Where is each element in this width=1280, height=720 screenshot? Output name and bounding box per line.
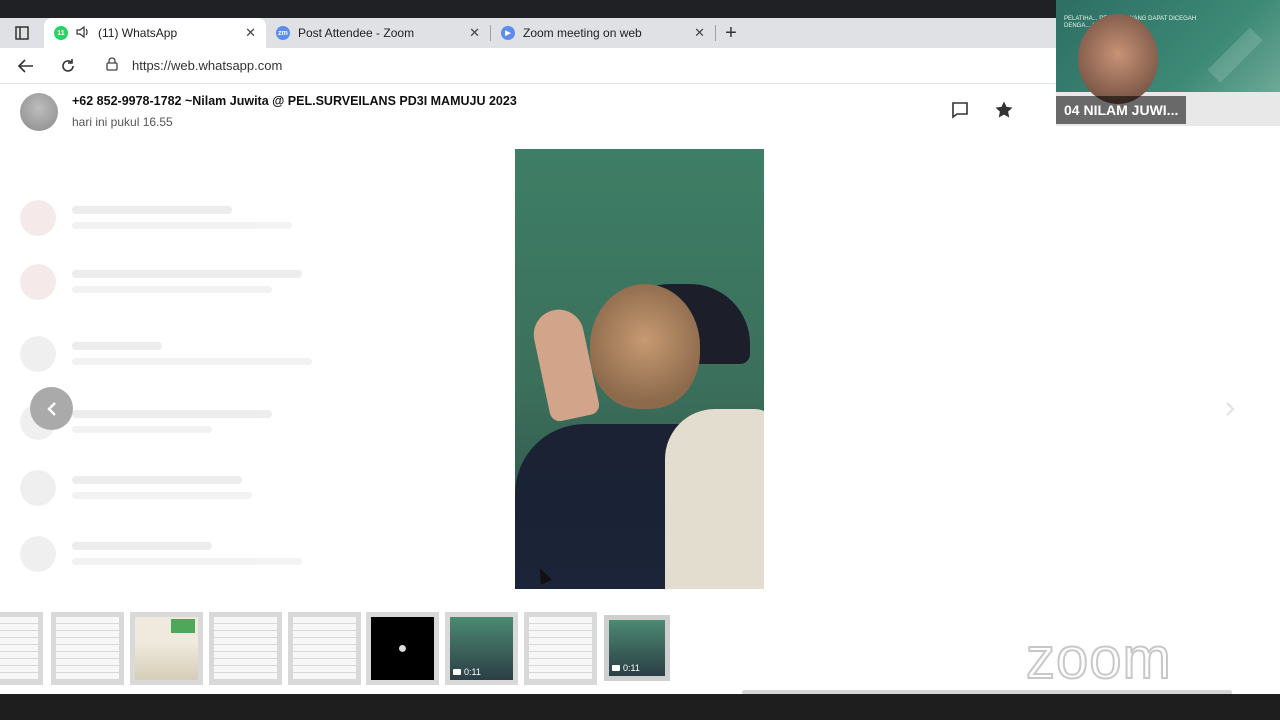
sender-name: +62 852-9978-1782 ~Nilam Juwita @ PEL.SU… bbox=[72, 94, 517, 108]
chevron-left-icon bbox=[46, 401, 56, 416]
participant-name-label: 04 NILAM JUWI... bbox=[1056, 96, 1187, 124]
video-duration-badge: 0:11 bbox=[453, 667, 481, 677]
zoom-favicon-icon: zm bbox=[276, 26, 290, 40]
avatar[interactable] bbox=[20, 93, 58, 131]
reply-message-icon[interactable] bbox=[950, 100, 970, 125]
thumbnail-5[interactable] bbox=[288, 612, 361, 685]
thumbnail-2[interactable] bbox=[51, 612, 124, 685]
chevron-right-icon bbox=[1225, 401, 1234, 416]
star-message-icon[interactable] bbox=[994, 100, 1014, 125]
tab-label: Zoom meeting on web bbox=[523, 26, 642, 40]
person-icon: ● bbox=[397, 639, 408, 657]
video-duration: 0:11 bbox=[623, 663, 640, 673]
next-media-button[interactable] bbox=[1208, 387, 1251, 430]
zoom-logo-watermark: zoom bbox=[1025, 625, 1172, 692]
tab-label: (11) WhatsApp bbox=[98, 26, 178, 40]
whatsapp-media-viewer: +62 852-9978-1782 ~Nilam Juwita @ PEL.SU… bbox=[0, 84, 1280, 694]
video-content-monkey bbox=[590, 284, 700, 409]
close-tab-icon[interactable]: ✕ bbox=[469, 25, 480, 41]
address-bar[interactable]: https://web.whatsapp.com bbox=[98, 52, 1018, 79]
video-camera-icon bbox=[453, 669, 461, 675]
video-camera-icon bbox=[612, 665, 620, 671]
new-tab-button[interactable]: + bbox=[716, 18, 746, 48]
tab-actions-button[interactable] bbox=[0, 18, 44, 48]
video-duration: 0:11 bbox=[464, 667, 481, 677]
message-timestamp: hari ini pukul 16.55 bbox=[72, 115, 173, 129]
zoom-video-favicon-icon: ▶ bbox=[501, 26, 515, 40]
thumbnail-3[interactable] bbox=[130, 612, 203, 685]
back-arrow-icon bbox=[18, 58, 33, 73]
reload-button[interactable] bbox=[50, 48, 86, 84]
url-text: https://web.whatsapp.com bbox=[132, 58, 283, 73]
video-content-hand bbox=[529, 305, 601, 423]
close-tab-icon[interactable]: ✕ bbox=[245, 25, 256, 41]
tab-whatsapp[interactable]: 11 (11) WhatsApp ✕ bbox=[44, 18, 266, 48]
tab-actions-icon bbox=[15, 26, 29, 40]
whatsapp-favicon-icon: 11 bbox=[54, 26, 68, 40]
video-duration-badge: 0:11 bbox=[612, 663, 640, 673]
thumbnail-9-video-selected[interactable]: 0:11 bbox=[604, 615, 670, 681]
thumbnail-7-video[interactable]: 0:11 bbox=[445, 612, 518, 685]
lock-icon bbox=[106, 57, 118, 74]
thumbnail-4[interactable] bbox=[209, 612, 282, 685]
video-content-sleeve bbox=[665, 409, 764, 589]
tab-label: Post Attendee - Zoom bbox=[298, 26, 415, 40]
thumbnail-8[interactable] bbox=[524, 612, 597, 685]
pip-participant-face bbox=[1078, 14, 1158, 104]
tab-post-attendee-zoom[interactable]: zm Post Attendee - Zoom ✕ bbox=[266, 18, 490, 48]
previous-media-button[interactable] bbox=[30, 387, 73, 430]
close-tab-icon[interactable]: ✕ bbox=[694, 25, 705, 41]
thumbnail-1[interactable] bbox=[0, 612, 43, 685]
thumbnail-6[interactable]: ● bbox=[366, 612, 439, 685]
window-bottom-strip bbox=[0, 694, 1280, 720]
reload-icon bbox=[62, 58, 74, 72]
video-frame[interactable] bbox=[515, 149, 764, 589]
header-actions bbox=[950, 100, 1014, 125]
back-button[interactable] bbox=[8, 48, 44, 84]
zoom-participant-video[interactable]: PELATIHA... PENYAKIT YANG DAPAT DICEGAH … bbox=[1056, 0, 1280, 126]
blurred-chat-list bbox=[0, 140, 460, 620]
speaker-icon bbox=[76, 25, 90, 41]
tab-zoom-meeting-on-web[interactable]: ▶ Zoom meeting on web ✕ bbox=[491, 18, 715, 48]
